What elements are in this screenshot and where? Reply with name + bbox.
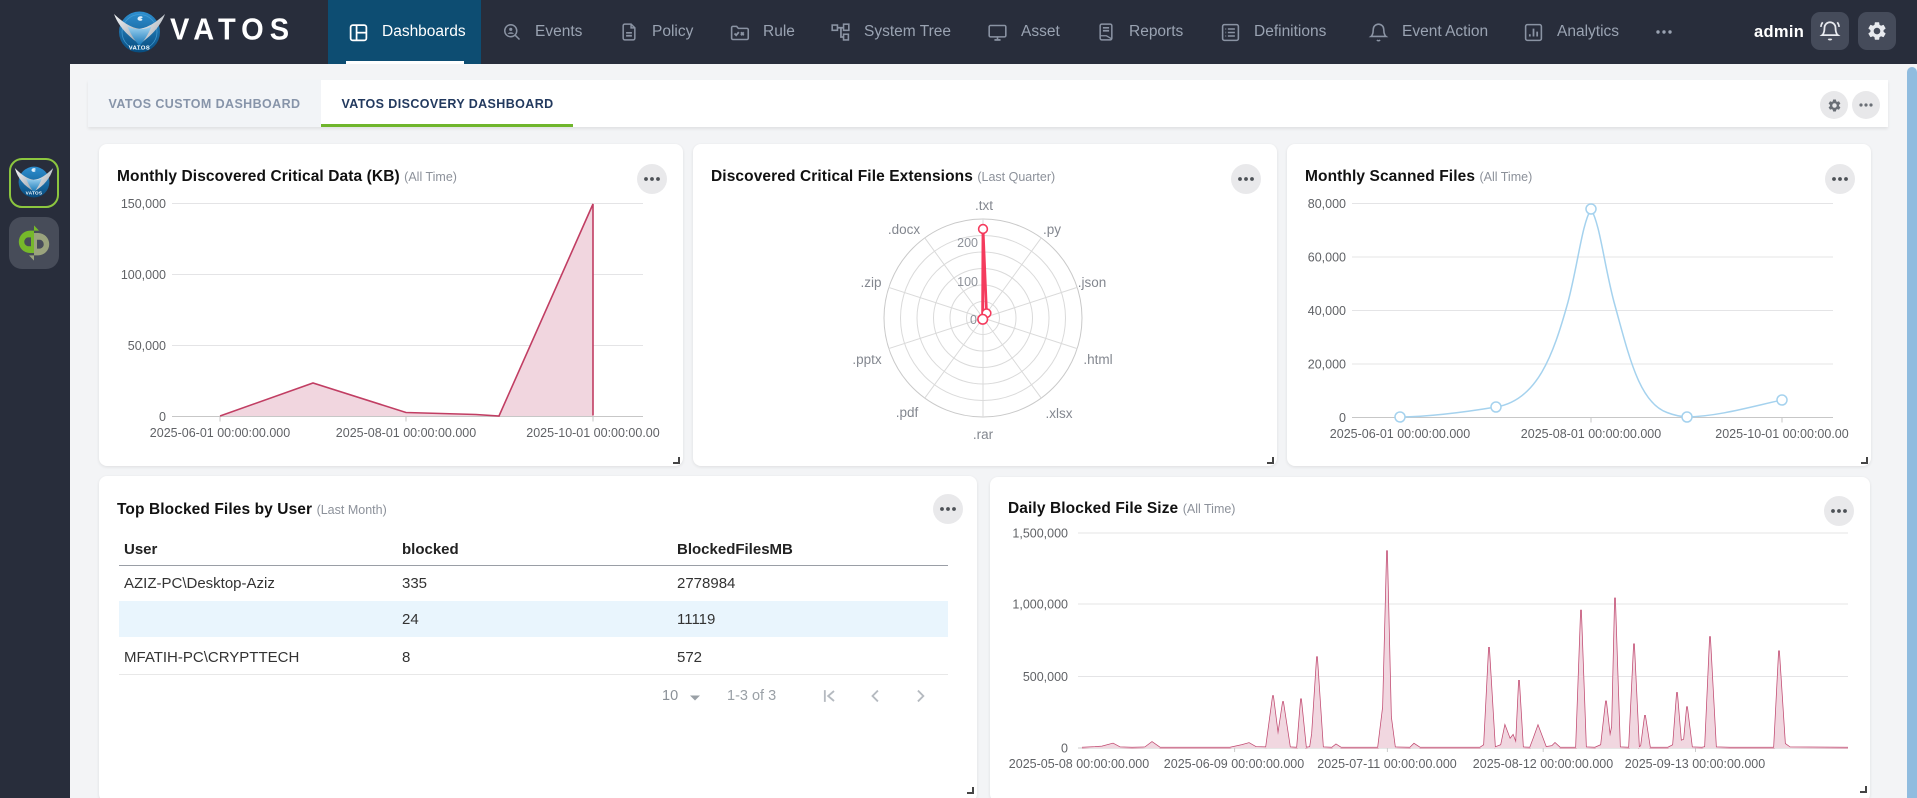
svg-text:2025-10-01 00:00:00.00: 2025-10-01 00:00:00.00 [526,426,659,440]
svg-text:.xlsx: .xlsx [1046,406,1073,421]
svg-text:0: 0 [970,313,977,327]
svg-text:2025-06-09 00:00:00.000: 2025-06-09 00:00:00.000 [1164,757,1304,771]
svg-text:.pptx: .pptx [852,352,882,367]
svg-text:2025-06-01 00:00:00.000: 2025-06-01 00:00:00.000 [1330,427,1470,441]
svg-text:0: 0 [159,410,166,424]
svg-text:VATOS: VATOS [129,46,151,52]
svg-text:2025-08-01 00:00:00.000: 2025-08-01 00:00:00.000 [1521,427,1661,441]
svg-text:0: 0 [1339,411,1346,425]
svg-text:100: 100 [957,275,978,289]
svg-text:.docx: .docx [888,222,921,237]
svg-text:.html: .html [1083,352,1112,367]
svg-text:100,000: 100,000 [121,268,166,282]
svg-text:2025-09-13 00:00:00.000: 2025-09-13 00:00:00.000 [1625,757,1765,771]
svg-text:.rar: .rar [973,427,994,442]
svg-text:60,000: 60,000 [1308,251,1346,265]
svg-text:2025-08-12 00:00:00.000: 2025-08-12 00:00:00.000 [1473,757,1613,771]
svg-text:.json: .json [1078,275,1107,290]
svg-text:200: 200 [957,236,978,250]
svg-text:1,000,000: 1,000,000 [1012,598,1068,612]
svg-text:20,000: 20,000 [1308,358,1346,372]
svg-text:2025-06-01 00:00:00.000: 2025-06-01 00:00:00.000 [150,426,290,440]
svg-text:0: 0 [1061,742,1068,756]
svg-text:1,500,000: 1,500,000 [1012,527,1068,541]
svg-text:.py: .py [1043,222,1061,237]
svg-text:.zip: .zip [860,275,881,290]
svg-text:2025-05-08 00:00:00.000: 2025-05-08 00:00:00.000 [1009,757,1149,771]
svg-text:500,000: 500,000 [1023,670,1068,684]
svg-text:2025-07-11 00:00:00.000: 2025-07-11 00:00:00.000 [1317,757,1457,771]
svg-text:VATOS: VATOS [26,191,43,196]
svg-text:2025-10-01 00:00:00.00: 2025-10-01 00:00:00.00 [1715,427,1848,441]
svg-text:40,000: 40,000 [1308,304,1346,318]
svg-text:.pdf: .pdf [896,405,919,420]
svg-text:50,000: 50,000 [128,339,166,353]
svg-text:150,000: 150,000 [121,197,166,211]
svg-text:80,000: 80,000 [1308,197,1346,211]
svg-text:2025-08-01 00:00:00.000: 2025-08-01 00:00:00.000 [336,426,476,440]
svg-text:.txt: .txt [975,198,993,213]
